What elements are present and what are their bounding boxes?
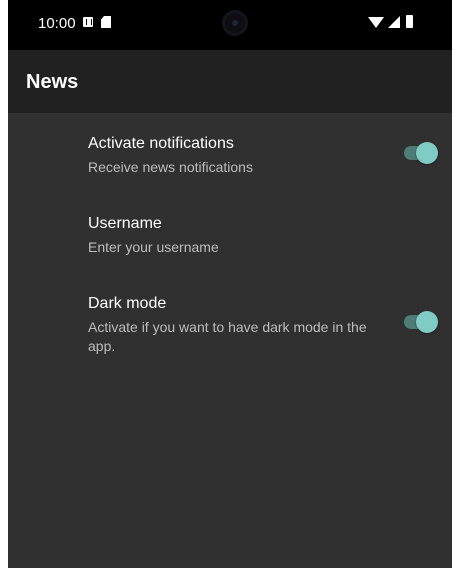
status-bar: 10:00 xyxy=(8,0,452,50)
dark-mode-switch[interactable] xyxy=(402,309,438,335)
sd-card-icon xyxy=(101,16,111,28)
switch-thumb xyxy=(416,311,438,333)
switch-thumb xyxy=(416,142,438,164)
status-icons xyxy=(368,15,428,31)
phone-screen: 10:00 News Activate notifications Receiv… xyxy=(8,0,452,568)
front-camera xyxy=(222,10,248,36)
wifi-icon xyxy=(368,17,384,28)
pref-summary: Enter your username xyxy=(88,239,219,255)
pref-activate-notifications[interactable]: Activate notifications Receive news noti… xyxy=(8,113,452,188)
pref-summary: Receive news notifications xyxy=(88,159,253,175)
status-time: 10:00 xyxy=(38,15,76,32)
pref-title: Activate notifications xyxy=(88,135,234,152)
battery-icon xyxy=(406,15,413,28)
page-title: News xyxy=(26,71,79,93)
pref-summary: Activate if you want to have dark mode i… xyxy=(88,319,367,354)
notifications-switch[interactable] xyxy=(402,140,438,166)
pref-dark-mode[interactable]: Dark mode Activate if you want to have d… xyxy=(8,273,452,373)
pref-username[interactable]: Username Enter your username xyxy=(8,193,452,268)
pref-title: Dark mode xyxy=(88,295,167,312)
a-notification-icon xyxy=(83,17,93,27)
app-bar: News xyxy=(8,50,452,113)
cell-signal-icon xyxy=(388,16,400,28)
pref-title: Username xyxy=(88,215,162,232)
